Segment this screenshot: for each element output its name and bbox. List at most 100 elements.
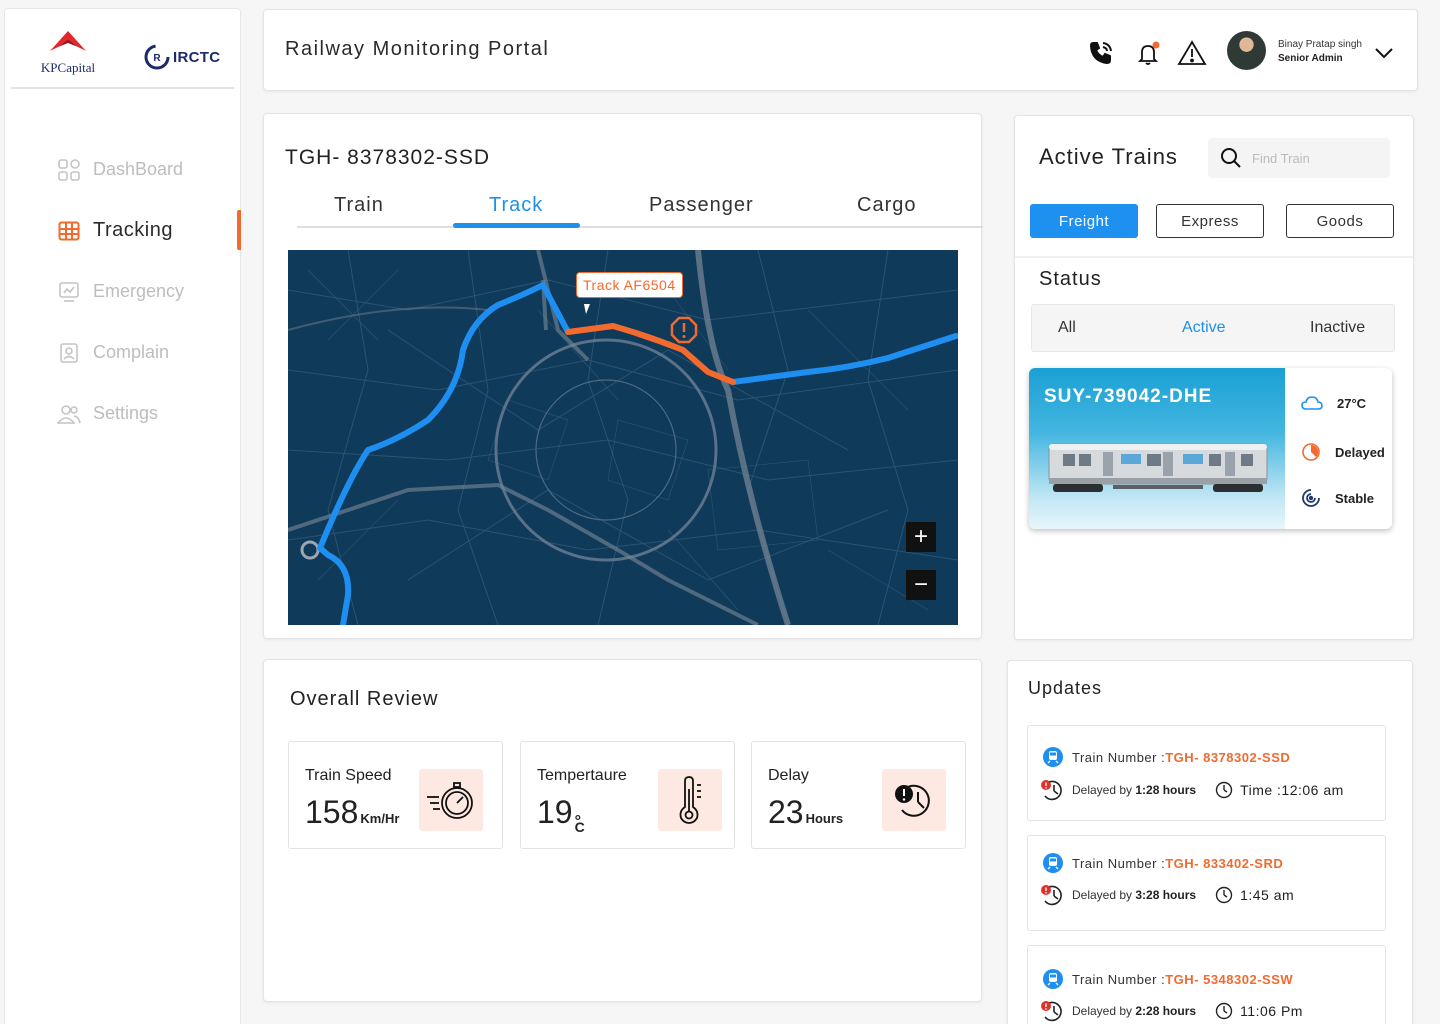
metric-train-speed: Train Speed 158 Km/Hr: [288, 741, 503, 849]
update-train-number: Train Number : TGH- 5348302-SSW: [1042, 968, 1293, 990]
train-temperature: 27°C: [1301, 395, 1366, 411]
freight-button[interactable]: Freight: [1030, 204, 1138, 238]
track-map[interactable]: Track AF6504 + −: [288, 250, 958, 625]
delay-clock-icon: [1041, 885, 1062, 906]
user-role: Senior Admin: [1278, 53, 1343, 64]
warning-icon[interactable]: [1177, 38, 1207, 68]
status-active[interactable]: Active: [1182, 319, 1226, 337]
train-illustration: [1048, 443, 1268, 492]
status-all[interactable]: All: [1058, 319, 1076, 337]
active-tab-indicator: [453, 223, 580, 228]
delay-clock-icon: [882, 769, 946, 831]
metric-value: 19 ° C: [537, 794, 585, 835]
train-image: SUY-739042-DHE: [1029, 368, 1285, 529]
header: Railway Monitoring Portal Binay Pratap s…: [263, 9, 1418, 91]
users-icon: [57, 402, 81, 426]
update-item[interactable]: Train Number : TGH- 5348302-SSW Delayed b…: [1027, 945, 1386, 1024]
clock-icon: [1215, 886, 1233, 904]
sidebar-item-label: Emergency: [93, 281, 185, 301]
train-card[interactable]: SUY-739042-DHE 27°C Delayed Stable: [1029, 368, 1392, 529]
phone-call-icon[interactable]: [1086, 38, 1116, 68]
train-condition: Stable: [1301, 488, 1374, 508]
metric-unit: Km/Hr: [360, 811, 400, 826]
sidebar-item-dashboard[interactable]: DashBoard: [5, 139, 240, 200]
zoom-in-button[interactable]: +: [906, 522, 936, 552]
logo-row: KPCapital R IRCTC: [11, 9, 234, 89]
tracking-tabs: Train Track Passenger Cargo: [297, 194, 983, 228]
train-badge-icon: [1043, 747, 1063, 767]
sidebar-item-complain[interactable]: Complain: [5, 322, 240, 383]
kp-capital-name: KPCapital: [40, 60, 96, 75]
metric-unit: Hours: [805, 811, 844, 826]
review-title: Overall Review: [290, 688, 439, 710]
metric-delay: Delay 23 Hours: [751, 741, 966, 849]
sidebar-item-label: Complain: [93, 342, 170, 362]
tab-track[interactable]: Track: [489, 194, 543, 217]
irctc-name: IRCTC: [173, 48, 221, 66]
sidebar-item-emergency[interactable]: Emergency: [5, 261, 240, 322]
train-badge-icon: [1043, 969, 1063, 989]
tab-cargo[interactable]: Cargo: [857, 194, 916, 217]
metric-unit: C: [574, 819, 585, 835]
update-number: TGH- 833402-SRD: [1165, 855, 1284, 871]
updates-title: Updates: [1028, 678, 1103, 698]
cloud-icon: [1301, 396, 1323, 410]
update-delay: 3:28 hours: [1135, 888, 1197, 902]
metric-label: Tempertaure: [537, 767, 627, 784]
update-delay-row: Delayed by 1:28 hours Time :12:06 am: [1040, 779, 1344, 801]
delay-clock-icon: [1041, 780, 1062, 801]
metric-value: 158 Km/Hr: [305, 794, 400, 830]
status-inactive[interactable]: Inactive: [1310, 319, 1365, 337]
track-badge[interactable]: Track AF6504: [576, 272, 683, 298]
tracking-icon: [57, 219, 81, 243]
zoom-out-button[interactable]: −: [906, 570, 936, 600]
search-input[interactable]: [1252, 150, 1372, 166]
irctc-emblem-icon: R: [144, 44, 170, 70]
bell-icon[interactable]: [1134, 38, 1164, 68]
divider: [1015, 256, 1413, 258]
complain-icon: [57, 341, 81, 365]
status-title: Status: [1039, 268, 1102, 290]
update-number: TGH- 5348302-SSW: [1165, 971, 1294, 987]
emergency-icon: [57, 280, 81, 304]
sidebar-item-label: Settings: [93, 403, 159, 423]
active-trains-title: Active Trains: [1039, 144, 1178, 169]
tab-train[interactable]: Train: [334, 194, 384, 217]
search-icon: [1221, 148, 1241, 168]
goods-button[interactable]: Goods: [1286, 204, 1394, 238]
metric-label: Train Speed: [305, 767, 392, 784]
temperature-value: 27°C: [1337, 395, 1367, 411]
speedometer-icon: [419, 769, 483, 831]
update-train-number: Train Number : TGH- 8378302-SSD: [1042, 746, 1290, 768]
user-name: Binay Pratap singh: [1278, 39, 1362, 50]
update-time: 11:06 Pm: [1240, 1003, 1303, 1019]
kp-capital-logo: KPCapital: [33, 29, 103, 76]
search-box: [1208, 138, 1390, 178]
sidebar-item-label: Tracking: [93, 219, 173, 241]
avatar[interactable]: [1227, 31, 1266, 70]
train-badge-icon: [1043, 853, 1063, 873]
update-item[interactable]: Train Number : TGH- 833402-SRD Delayed by…: [1027, 835, 1386, 931]
alert-octagon-icon[interactable]: [670, 316, 698, 344]
chevron-down-icon[interactable]: [1369, 38, 1399, 68]
update-delay-row: Delayed by 2:28 hours 11:06 Pm: [1040, 1000, 1303, 1022]
irctc-logo: R IRCTC: [143, 43, 220, 71]
sidebar-item-tracking[interactable]: Tracking: [5, 200, 241, 261]
train-card-name: SUY-739042-DHE: [1044, 386, 1213, 407]
thermometer-icon: [658, 769, 722, 831]
grid-icon: [57, 158, 81, 182]
map-roads: [288, 250, 958, 625]
page-title: Railway Monitoring Portal: [285, 38, 550, 60]
tab-passenger[interactable]: Passenger: [649, 194, 754, 217]
train-id-title: TGH- 8378302-SSD: [285, 146, 491, 169]
update-number: TGH- 8378302-SSD: [1165, 749, 1291, 765]
sidebar-item-settings[interactable]: Settings: [5, 383, 240, 444]
tracking-panel: TGH- 8378302-SSD Train Track Passenger C…: [263, 113, 983, 639]
update-item[interactable]: Train Number : TGH- 8378302-SSD Delayed b…: [1027, 725, 1386, 821]
express-button[interactable]: Express: [1156, 204, 1264, 238]
kp-mountain-icon: [50, 31, 86, 51]
metric-temperature: Tempertaure 19 ° C: [520, 741, 735, 849]
metric-value: 23 Hours: [768, 794, 844, 830]
delay-clock-icon: [1041, 1001, 1062, 1022]
train-state: Delayed: [1301, 442, 1385, 462]
